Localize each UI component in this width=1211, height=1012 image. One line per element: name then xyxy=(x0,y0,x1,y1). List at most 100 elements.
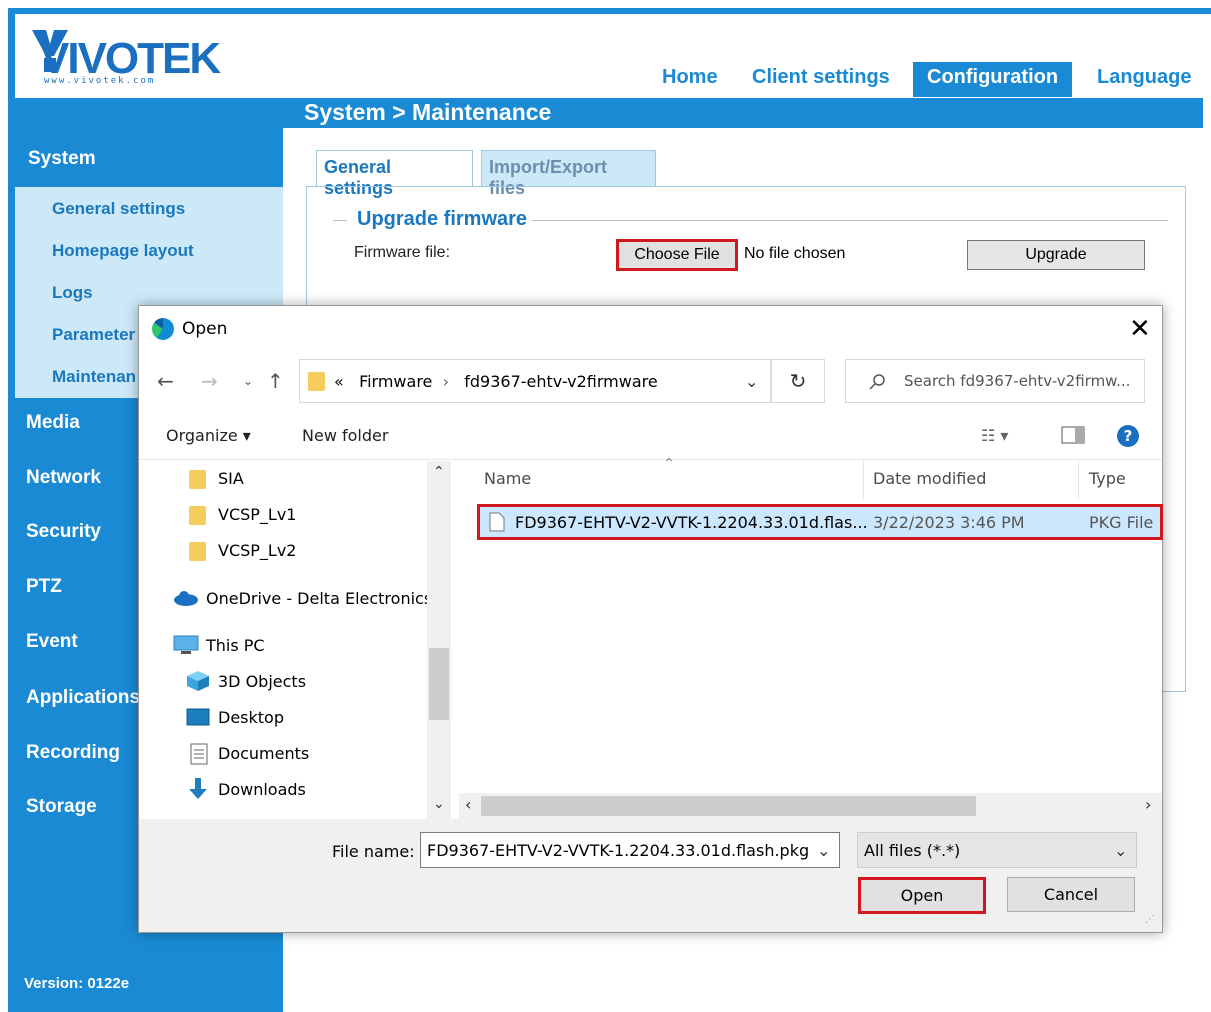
version-label: Version: 0122e xyxy=(24,975,130,992)
nav-configuration[interactable]: Configuration xyxy=(913,62,1073,97)
address-bar[interactable]: « Firmware › fd9367-ehtv-v2firmware ⌄ xyxy=(299,359,771,403)
folder-icon xyxy=(189,470,206,489)
breadcrumb-fd9367-folder[interactable]: fd9367-ehtv-v2firmware xyxy=(464,372,658,391)
search-box[interactable]: Search fd9367-ehtv-v2firmw... xyxy=(845,359,1145,403)
cancel-button[interactable]: Cancel xyxy=(1007,877,1135,912)
open-button[interactable]: Open xyxy=(858,877,986,914)
downloads-arrow-icon xyxy=(189,778,207,799)
preview-pane-icon[interactable] xyxy=(1061,426,1085,448)
file-name-input[interactable]: FD9367-EHTV-V2-VVTK-1.2204.33.01d.flash.… xyxy=(420,832,840,868)
upgrade-button[interactable]: Upgrade xyxy=(967,240,1145,270)
open-file-dialog: Open ✕ ← → ⌄ ↑ « Firmware › fd9367-ehtv-… xyxy=(138,305,1163,933)
scroll-left-icon[interactable]: ‹ xyxy=(465,795,471,814)
scroll-right-icon[interactable]: › xyxy=(1145,795,1151,814)
address-path: « Firmware › fd9367-ehtv-v2firmware xyxy=(334,372,658,391)
choose-file-button[interactable]: Choose File xyxy=(616,239,738,271)
sidebar-security[interactable]: Security xyxy=(26,521,101,543)
file-name-label: File name: xyxy=(332,842,415,861)
page-edge xyxy=(1203,14,1211,1012)
sort-ascending-icon: ⌃ xyxy=(663,456,675,472)
fieldset-line xyxy=(532,220,1168,221)
tree-item-vcsp-lv1[interactable]: VCSP_Lv1 xyxy=(218,505,296,524)
column-header-type[interactable]: Type xyxy=(1089,469,1126,488)
tree-item-documents[interactable]: Documents xyxy=(218,744,309,763)
divider xyxy=(139,459,1162,460)
nav-home[interactable]: Home xyxy=(662,66,718,89)
file-date-cell: 3/22/2023 3:46 PM xyxy=(873,513,1025,532)
folder-icon xyxy=(189,542,206,561)
refresh-icon[interactable]: ↻ xyxy=(771,359,825,403)
help-icon[interactable]: ? xyxy=(1116,424,1140,452)
folder-icon xyxy=(189,506,206,525)
folder-icon xyxy=(308,372,325,391)
3d-objects-icon xyxy=(187,671,209,691)
svg-text:?: ? xyxy=(1124,427,1133,445)
sidebar-item-logs[interactable]: Logs xyxy=(52,283,93,303)
column-header-date-modified[interactable]: Date modified xyxy=(873,469,986,488)
column-separator[interactable] xyxy=(863,461,864,499)
address-dropdown-chevron-icon[interactable]: ⌄ xyxy=(745,372,758,391)
tree-scroll-down-icon[interactable]: ⌄ xyxy=(433,796,445,812)
column-separator[interactable] xyxy=(1078,461,1079,499)
address-overflow-icon[interactable]: « xyxy=(334,372,344,391)
tree-scrollbar-thumb[interactable] xyxy=(429,648,449,720)
tree-scrollbar[interactable] xyxy=(427,461,451,819)
edge-browser-icon xyxy=(152,318,174,340)
search-placeholder: Search fd9367-ehtv-v2firmw... xyxy=(904,372,1131,390)
sidebar-item-maintenance[interactable]: Maintenan xyxy=(52,367,136,387)
recent-locations-chevron-icon[interactable]: ⌄ xyxy=(243,374,253,388)
breadcrumb-firmware[interactable]: Firmware xyxy=(359,372,432,391)
file-type-cell: PKG File xyxy=(1089,513,1154,532)
sidebar-media[interactable]: Media xyxy=(26,412,80,434)
sidebar-item-parameter[interactable]: Parameter xyxy=(52,325,135,345)
this-pc-icon xyxy=(173,635,199,654)
tree-item-vcsp-lv2[interactable]: VCSP_Lv2 xyxy=(218,541,296,560)
tree-item-this-pc[interactable]: This PC xyxy=(206,636,265,655)
firmware-file-label: Firmware file: xyxy=(354,244,451,261)
documents-icon xyxy=(190,743,208,765)
tree-scroll-up-icon[interactable]: ⌃ xyxy=(433,464,445,480)
search-icon xyxy=(869,374,885,390)
dialog-title: Open xyxy=(182,319,228,339)
tree-item-sia[interactable]: SIA xyxy=(218,469,244,488)
file-type-filter-select[interactable]: All files (*.*) ⌄ xyxy=(857,832,1137,868)
view-options-icon[interactable]: ☷ ▾ xyxy=(981,426,1008,445)
file-name-dropdown-chevron-icon[interactable]: ⌄ xyxy=(817,841,830,860)
new-folder-button[interactable]: New folder xyxy=(302,426,388,445)
sidebar-ptz[interactable]: PTZ xyxy=(26,576,62,598)
sidebar-event[interactable]: Event xyxy=(26,631,78,653)
horizontal-scrollbar-thumb[interactable] xyxy=(481,796,976,816)
filter-dropdown-chevron-icon[interactable]: ⌄ xyxy=(1114,841,1127,860)
file-row-selected[interactable]: FD9367-EHTV-V2-VVTK-1.2204.33.01d.flas..… xyxy=(477,504,1163,540)
resize-grip-icon[interactable]: ⋰ xyxy=(1145,914,1155,925)
back-arrow-icon[interactable]: ← xyxy=(157,369,174,393)
file-type-filter-value: All files (*.*) xyxy=(864,841,961,860)
column-header-name[interactable]: Name xyxy=(484,469,531,488)
upgrade-firmware-legend: Upgrade firmware xyxy=(357,208,528,230)
tree-item-desktop[interactable]: Desktop xyxy=(218,708,284,727)
tree-item-3d-objects[interactable]: 3D Objects xyxy=(218,672,306,691)
sidebar-network[interactable]: Network xyxy=(26,467,101,489)
organize-menu[interactable]: Organize ▾ xyxy=(166,426,251,445)
file-name-cell: FD9367-EHTV-V2-VVTK-1.2204.33.01d.flas..… xyxy=(515,513,868,532)
forward-arrow-icon[interactable]: → xyxy=(201,369,218,393)
breadcrumb-bar xyxy=(8,98,1203,128)
desktop-icon xyxy=(186,708,210,726)
onedrive-cloud-icon xyxy=(174,591,198,606)
sidebar-recording[interactable]: Recording xyxy=(26,742,120,764)
file-icon xyxy=(489,512,505,532)
tree-item-downloads[interactable]: Downloads xyxy=(218,780,306,799)
tree-item-onedrive[interactable]: OneDrive - Delta Electronics, xyxy=(206,589,428,608)
nav-language[interactable]: Language xyxy=(1097,66,1191,89)
sidebar-system[interactable]: System xyxy=(28,148,96,170)
logo-url: www.vivotek.com xyxy=(44,76,156,86)
sidebar-item-homepage-layout[interactable]: Homepage layout xyxy=(52,241,194,261)
close-icon[interactable]: ✕ xyxy=(1129,314,1151,344)
up-arrow-icon[interactable]: ↑ xyxy=(267,369,284,393)
nav-client-settings[interactable]: Client settings xyxy=(752,66,890,89)
tab-general-settings[interactable]: General settings xyxy=(316,150,473,198)
sidebar-applications[interactable]: Applications xyxy=(26,687,140,709)
sidebar-storage[interactable]: Storage xyxy=(26,796,97,818)
tab-import-export[interactable]: Import/Export files xyxy=(481,150,656,198)
sidebar-item-general-settings[interactable]: General settings xyxy=(52,199,185,219)
